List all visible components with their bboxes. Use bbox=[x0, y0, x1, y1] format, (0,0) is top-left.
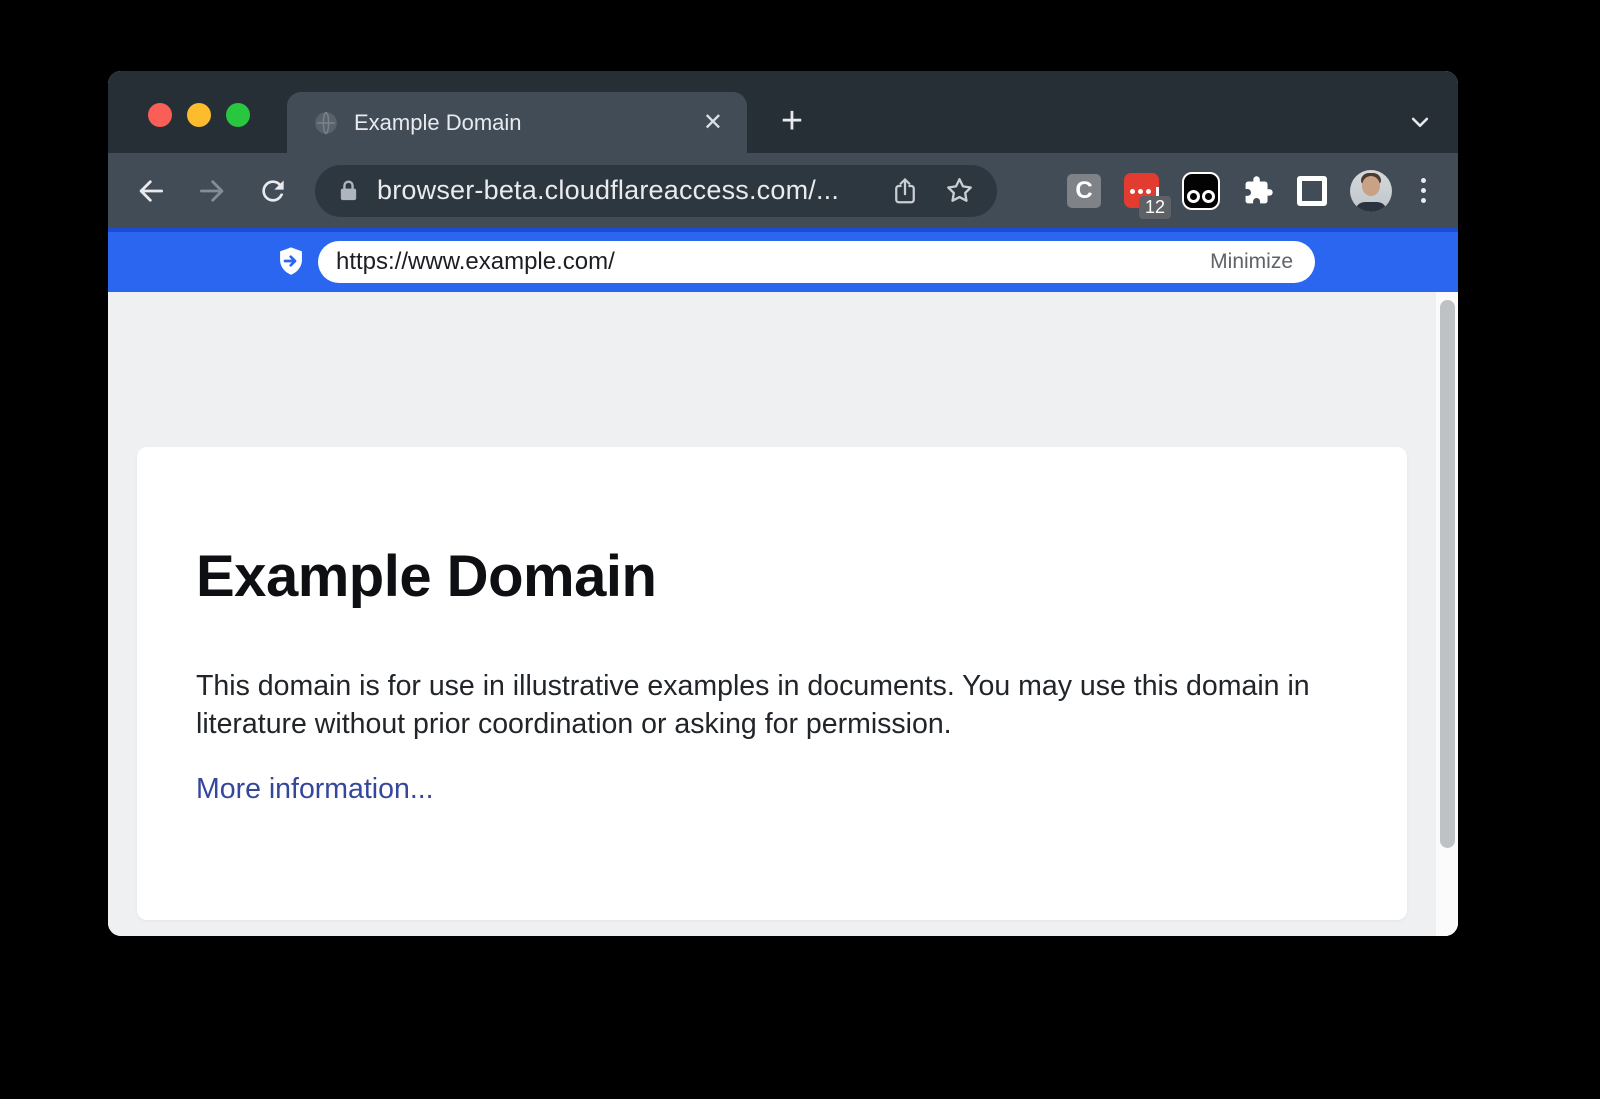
avatar-shoulders bbox=[1355, 202, 1387, 212]
isolated-url-input[interactable]: https://www.example.com/ Minimize bbox=[318, 241, 1315, 283]
minimize-window-button[interactable] bbox=[187, 103, 211, 127]
extension-c-icon[interactable]: C bbox=[1067, 174, 1101, 208]
extension-password-icon[interactable]: 12 bbox=[1124, 173, 1159, 208]
avatar-face bbox=[1362, 176, 1380, 196]
scrollbar-track[interactable] bbox=[1436, 292, 1458, 936]
scrollbar-thumb[interactable] bbox=[1440, 300, 1455, 848]
reload-button[interactable] bbox=[254, 172, 292, 210]
traffic-lights bbox=[148, 103, 250, 127]
isolated-url-value: https://www.example.com/ bbox=[336, 248, 1210, 276]
extensions-row: C 12 bbox=[1067, 170, 1458, 212]
minimize-banner-button[interactable]: Minimize bbox=[1210, 250, 1293, 274]
side-panel-icon[interactable] bbox=[1297, 176, 1327, 206]
page-title: Example Domain bbox=[196, 543, 1347, 611]
new-tab-button[interactable]: + bbox=[772, 101, 812, 141]
zoom-window-button[interactable] bbox=[226, 103, 250, 127]
forward-button[interactable] bbox=[193, 172, 231, 210]
more-information-link[interactable]: More information... bbox=[196, 773, 434, 806]
tab-title: Example Domain bbox=[354, 110, 701, 136]
bookmark-star-icon[interactable] bbox=[944, 175, 975, 206]
share-icon[interactable] bbox=[890, 176, 920, 206]
tab-example-domain[interactable]: Example Domain ✕ bbox=[287, 92, 747, 153]
address-bar[interactable]: browser-beta.cloudflareaccess.com/... bbox=[315, 165, 997, 217]
browser-menu-kebab-icon[interactable] bbox=[1415, 174, 1432, 207]
extensions-puzzle-icon[interactable] bbox=[1243, 175, 1274, 206]
browser-window: Example Domain ✕ + bbox=[108, 71, 1458, 936]
profile-avatar[interactable] bbox=[1350, 170, 1392, 212]
tab-close-icon[interactable]: ✕ bbox=[701, 109, 725, 137]
page-viewport: Example Domain This domain is for use in… bbox=[108, 292, 1458, 936]
page-paragraph: This domain is for use in illustrative e… bbox=[196, 667, 1347, 743]
back-button[interactable] bbox=[132, 172, 170, 210]
example-domain-card: Example Domain This domain is for use in… bbox=[137, 447, 1407, 920]
browser-toolbar: browser-beta.cloudflareaccess.com/... C … bbox=[108, 153, 1458, 228]
shield-arrow-icon bbox=[275, 245, 307, 282]
extension-two-circles-icon[interactable] bbox=[1182, 172, 1220, 210]
address-bar-url: browser-beta.cloudflareaccess.com/... bbox=[377, 175, 866, 206]
close-window-button[interactable] bbox=[148, 103, 172, 127]
password-dots-icon bbox=[1130, 187, 1159, 196]
extension-badge: 12 bbox=[1139, 196, 1171, 219]
tab-strip: Example Domain ✕ + bbox=[108, 71, 1458, 153]
isolation-banner: https://www.example.com/ Minimize bbox=[108, 228, 1458, 292]
tab-list-chevron-down-icon[interactable] bbox=[1405, 107, 1435, 142]
lock-icon bbox=[337, 179, 360, 202]
favicon-globe-icon bbox=[313, 110, 339, 136]
